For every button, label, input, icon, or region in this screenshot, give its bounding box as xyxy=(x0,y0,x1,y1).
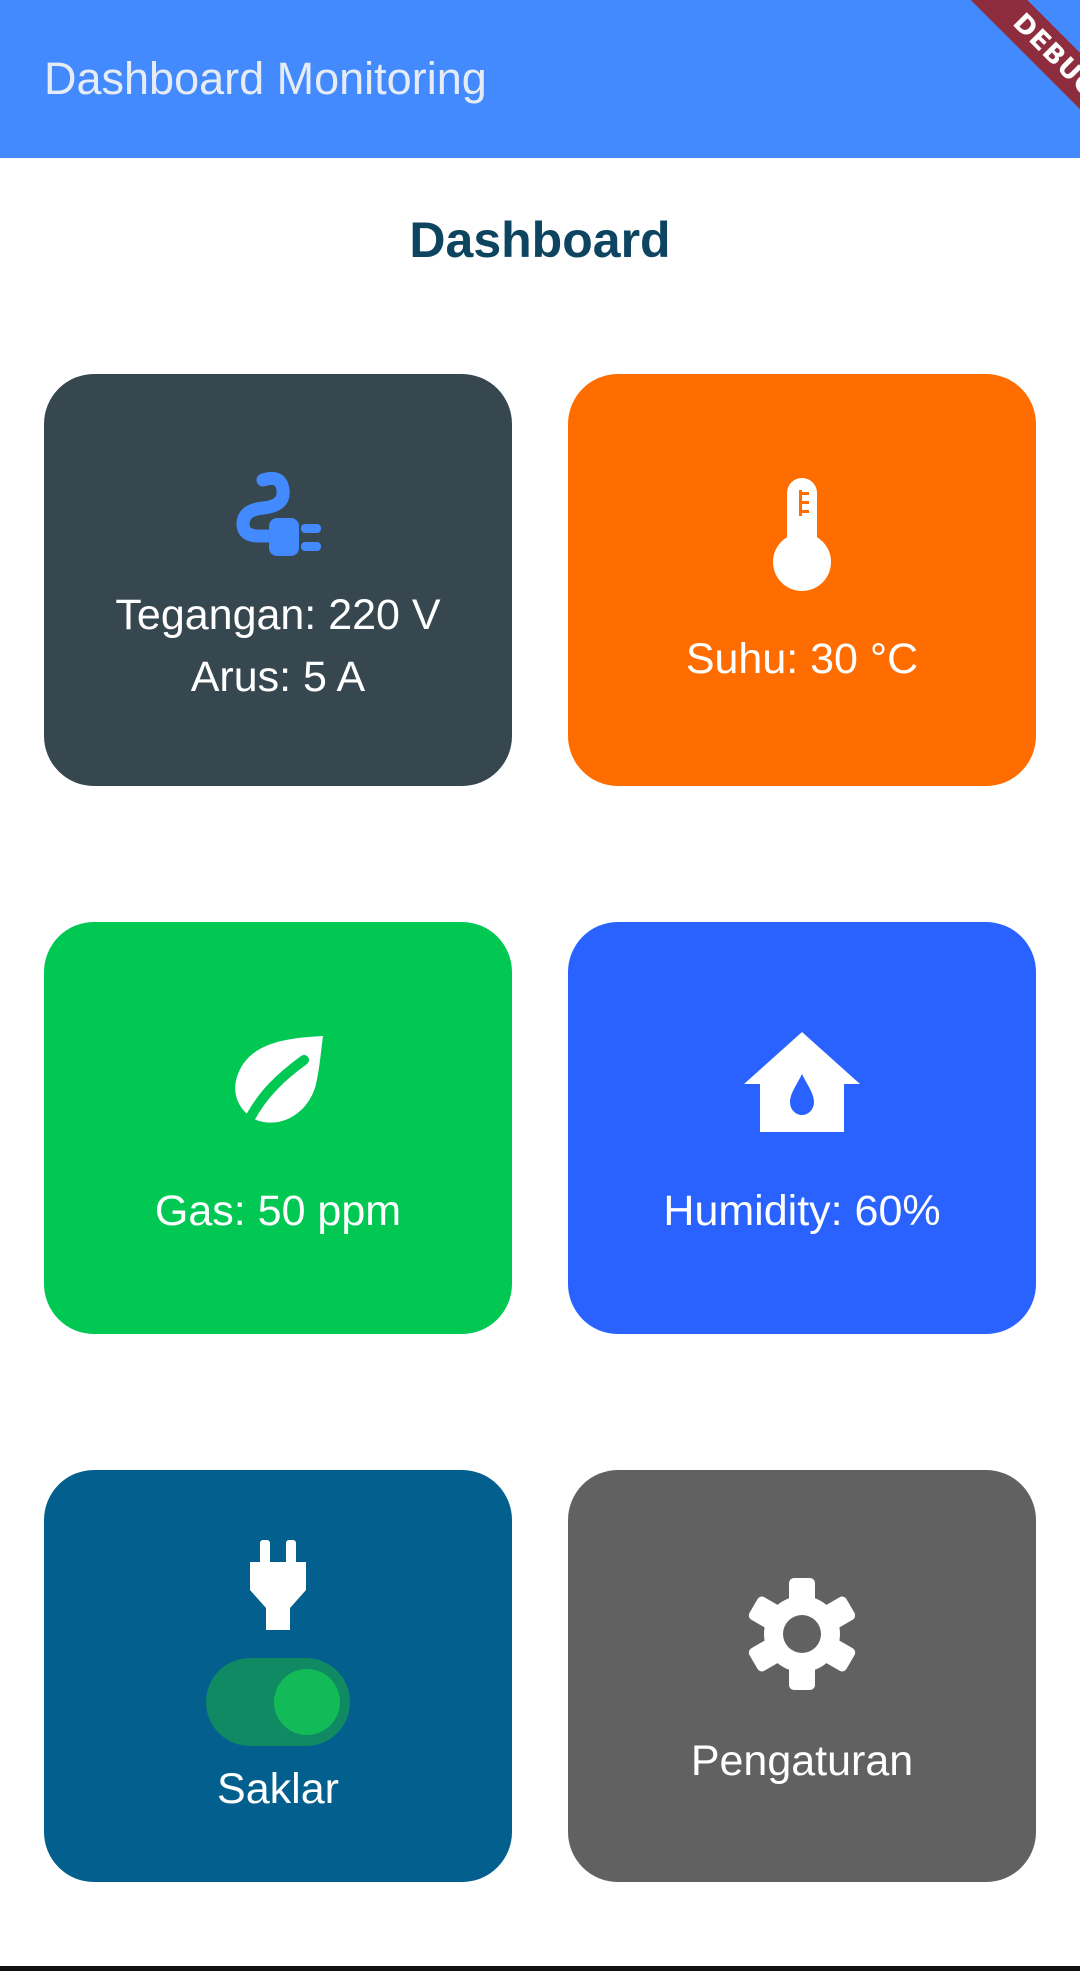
voltage-reading: Tegangan: 220 V xyxy=(115,591,441,639)
debug-banner: DEBUG xyxy=(959,0,1080,152)
thermometer-icon xyxy=(568,474,1036,594)
leaf-icon xyxy=(44,1032,512,1132)
humidity-reading: Humidity: 60% xyxy=(663,1187,941,1235)
humidity-card[interactable]: Humidity: 60% xyxy=(568,922,1036,1334)
plug-icon xyxy=(44,1540,512,1632)
power-card[interactable]: Tegangan: 220 V Arus: 5 A xyxy=(44,374,512,786)
bottom-edge xyxy=(0,1966,1080,1971)
settings-card[interactable]: Pengaturan xyxy=(568,1470,1036,1882)
switch-toggle-knob xyxy=(274,1669,340,1735)
page-title: Dashboard xyxy=(409,212,671,268)
temperature-card[interactable]: Suhu: 30 °C xyxy=(568,374,1036,786)
water-drop-house-icon xyxy=(568,1030,1036,1134)
current-reading: Arus: 5 A xyxy=(190,653,366,701)
switch-card: Saklar xyxy=(44,1470,512,1882)
switch-toggle[interactable] xyxy=(206,1658,350,1746)
temperature-reading: Suhu: 30 °C xyxy=(685,635,919,683)
gas-reading: Gas: 50 ppm xyxy=(154,1187,402,1235)
gas-card[interactable]: Gas: 50 ppm xyxy=(44,922,512,1334)
settings-label: Pengaturan xyxy=(690,1737,914,1785)
switch-label: Saklar xyxy=(217,1765,339,1813)
power-cable-icon xyxy=(44,466,512,566)
app-bar-title: Dashboard Monitoring xyxy=(44,53,487,104)
app-bar: Dashboard Monitoring DEBUG xyxy=(0,0,1080,158)
gear-icon xyxy=(568,1576,1036,1692)
